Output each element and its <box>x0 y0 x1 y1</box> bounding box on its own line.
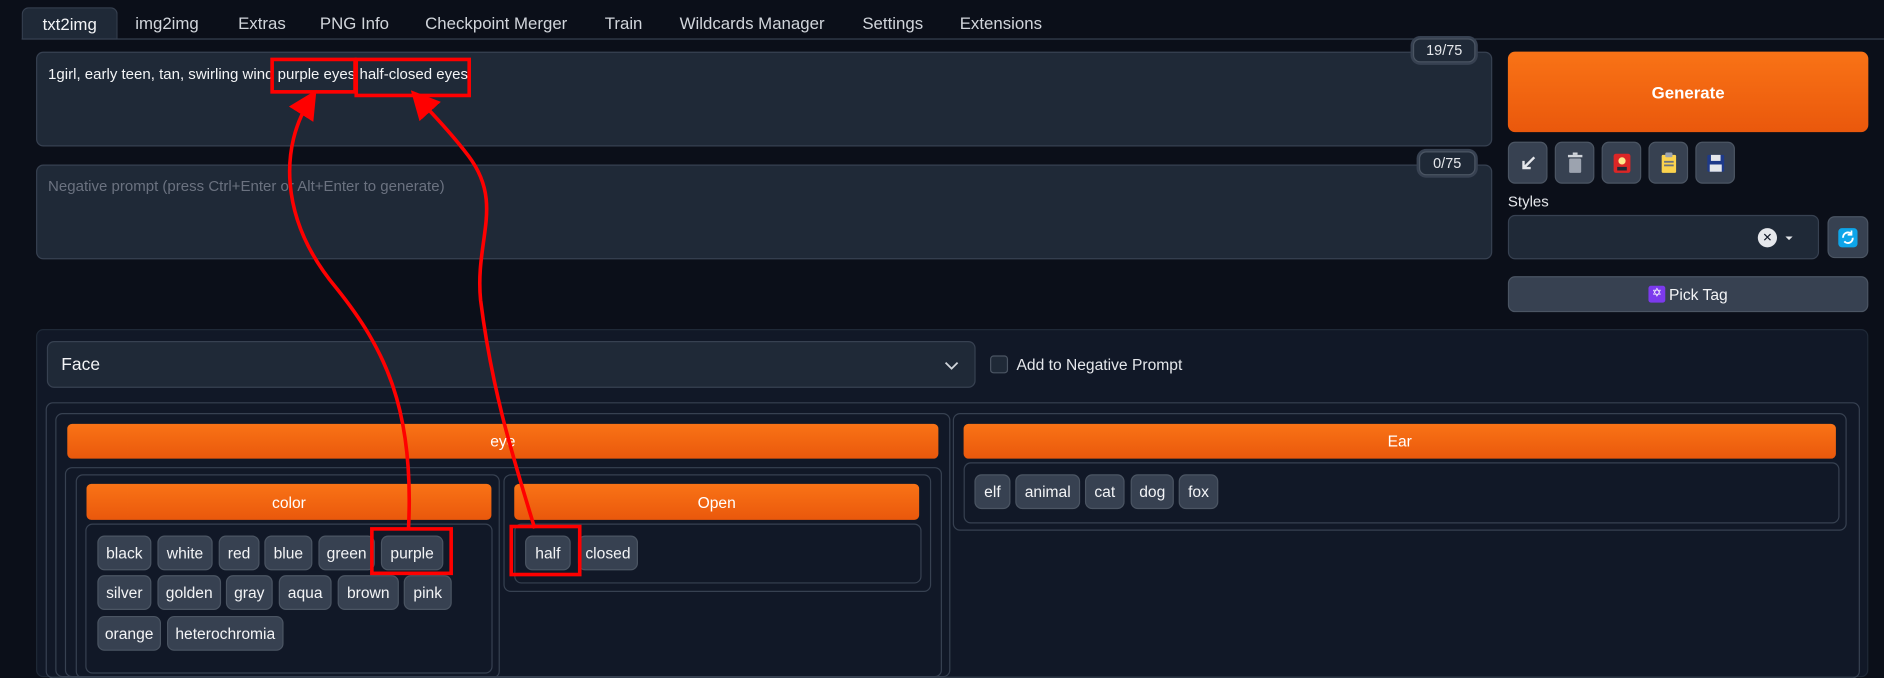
prompt-token-counter: 19/75 <box>1412 38 1476 63</box>
category-dropdown[interactable]: Face <box>46 340 976 388</box>
tag-chip-dog[interactable]: dog <box>1130 474 1174 510</box>
tag-chip-brown[interactable]: brown <box>337 575 399 610</box>
negative-prompt-placeholder: Negative prompt (press Ctrl+Enter or Alt… <box>48 177 445 195</box>
tag-chip-closed[interactable]: closed <box>577 535 638 571</box>
clipboard-icon[interactable] <box>1648 141 1689 184</box>
pick-tag-button[interactable]: ✡ Pick Tag <box>1507 276 1869 313</box>
styles-dropdown[interactable]: ✕ <box>1507 214 1820 260</box>
tab-train[interactable]: Train <box>597 7 650 38</box>
highlight-prompt-half-closed-eyes <box>354 57 471 98</box>
chevron-down-icon[interactable] <box>1783 229 1795 252</box>
highlight-chip-purple <box>370 527 453 576</box>
prompt-text-start: 1girl, early teen, tan, swirling wind <box>48 66 274 83</box>
tag-chip-cat[interactable]: cat <box>1084 474 1125 510</box>
ear-header[interactable]: Ear <box>963 423 1836 459</box>
tag-chip-heterochromia[interactable]: heterochromia <box>167 615 284 651</box>
star-icon: ✡ <box>1648 285 1666 303</box>
color-header[interactable]: color <box>86 483 492 520</box>
tag-chip-orange[interactable]: orange <box>97 615 162 651</box>
tag-chip-silver[interactable]: silver <box>97 575 152 610</box>
tag-chip-golden[interactable]: golden <box>157 575 222 610</box>
tab-extras[interactable]: Extras <box>228 7 295 38</box>
highlight-chip-half <box>509 524 582 577</box>
arrow-icon[interactable] <box>1507 141 1548 184</box>
styles-label: Styles <box>1507 193 1549 211</box>
clear-icon[interactable]: ✕ <box>1757 228 1778 248</box>
save-icon[interactable] <box>1695 141 1735 184</box>
tag-chip-animal[interactable]: animal <box>1015 474 1081 510</box>
open-header[interactable]: Open <box>514 483 920 520</box>
add-negative-checkbox[interactable] <box>990 355 1009 374</box>
tag-chip-pink[interactable]: pink <box>403 575 452 610</box>
tab-png-info[interactable]: PNG Info <box>312 7 396 38</box>
tag-chip-blue[interactable]: blue <box>264 535 313 571</box>
tag-chip-green[interactable]: green <box>318 535 375 571</box>
generate-button[interactable]: Generate <box>1507 51 1869 133</box>
tag-chip-elf[interactable]: elf <box>974 474 1011 510</box>
tag-chip-white[interactable]: white <box>157 535 213 571</box>
tab-settings[interactable]: Settings <box>853 7 932 38</box>
refresh-icon[interactable] <box>1827 216 1869 259</box>
trash-icon[interactable] <box>1554 141 1595 184</box>
tag-chip-fox[interactable]: fox <box>1178 474 1219 510</box>
category-selected: Face <box>61 355 101 375</box>
tab-wildcards-manager[interactable]: Wildcards Manager <box>672 7 833 38</box>
tag-chip-aqua[interactable]: aqua <box>278 575 332 610</box>
tag-chip-red[interactable]: red <box>218 535 260 571</box>
tag-chip-gray[interactable]: gray <box>225 575 273 610</box>
tab-img2img[interactable]: img2img <box>125 7 209 38</box>
card-icon[interactable] <box>1601 141 1642 184</box>
tag-chip-black[interactable]: black <box>97 535 152 571</box>
pick-tag-label: Pick Tag <box>1668 285 1728 304</box>
tab-divider <box>21 38 1884 40</box>
tab-extensions[interactable]: Extensions <box>953 7 1049 38</box>
chevron-down-icon <box>943 358 960 380</box>
negative-token-counter: 0/75 <box>1418 151 1476 176</box>
tab-txt2img[interactable]: txt2img <box>21 7 118 40</box>
highlight-prompt-purple-eyes <box>270 57 357 94</box>
tab-checkpoint-merger[interactable]: Checkpoint Merger <box>416 7 577 38</box>
eye-header[interactable]: eye <box>67 423 939 459</box>
add-negative-label: Add to Negative Prompt <box>1016 355 1183 374</box>
